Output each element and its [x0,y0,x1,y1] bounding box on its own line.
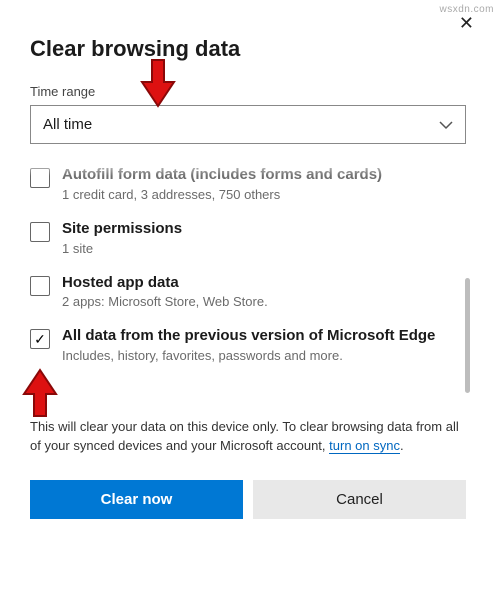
item-subtitle: 1 credit card, 3 addresses, 750 others [62,187,456,202]
checkbox-hosted-app-data[interactable] [30,276,50,296]
list-item-site-permissions: Site permissions 1 site [30,212,456,266]
checkbox-previous-edge[interactable]: ✓ [30,329,50,349]
watermark-text: wsxdn.com [439,4,494,15]
time-range-value: All time [43,116,92,133]
list-item-autofill: Autofill form data (includes forms and c… [30,158,456,212]
clear-now-button[interactable]: Clear now [30,480,243,519]
time-range-label: Time range [30,84,476,99]
checkbox-site-permissions[interactable] [30,222,50,242]
checkbox-autofill[interactable] [30,168,50,188]
item-subtitle: 2 apps: Microsoft Store, Web Store. [62,294,456,309]
item-subtitle: Includes, history, favorites, passwords … [62,348,456,363]
list-item-previous-edge: ✓ All data from the previous version of … [30,319,456,373]
list-scrollbar[interactable] [465,278,470,393]
list-item-hosted-app-data: Hosted app data 2 apps: Microsoft Store,… [30,266,456,320]
time-range-select[interactable]: All time [30,105,466,144]
notice-text-after: . [400,438,404,453]
cancel-button[interactable]: Cancel [253,480,466,519]
item-title: Site permissions [62,220,456,239]
item-title: All data from the previous version of Mi… [62,327,456,346]
item-title: Autofill form data (includes forms and c… [62,166,456,185]
dialog-buttons: Clear now Cancel [30,480,466,519]
data-types-list: Autofill form data (includes forms and c… [30,158,466,404]
dialog-title: Clear browsing data [30,36,476,62]
item-subtitle: 1 site [62,241,456,256]
clear-browsing-data-dialog: ✕ wsxdn.com Clear browsing data Time ran… [0,0,500,615]
turn-on-sync-link[interactable]: turn on sync [329,438,400,454]
close-icon: ✕ [459,13,474,33]
item-title: Hosted app data [62,274,456,293]
chevron-down-icon [439,117,453,133]
annotation-arrow-down-icon [140,58,176,108]
sync-notice: This will clear your data on this device… [30,418,466,456]
